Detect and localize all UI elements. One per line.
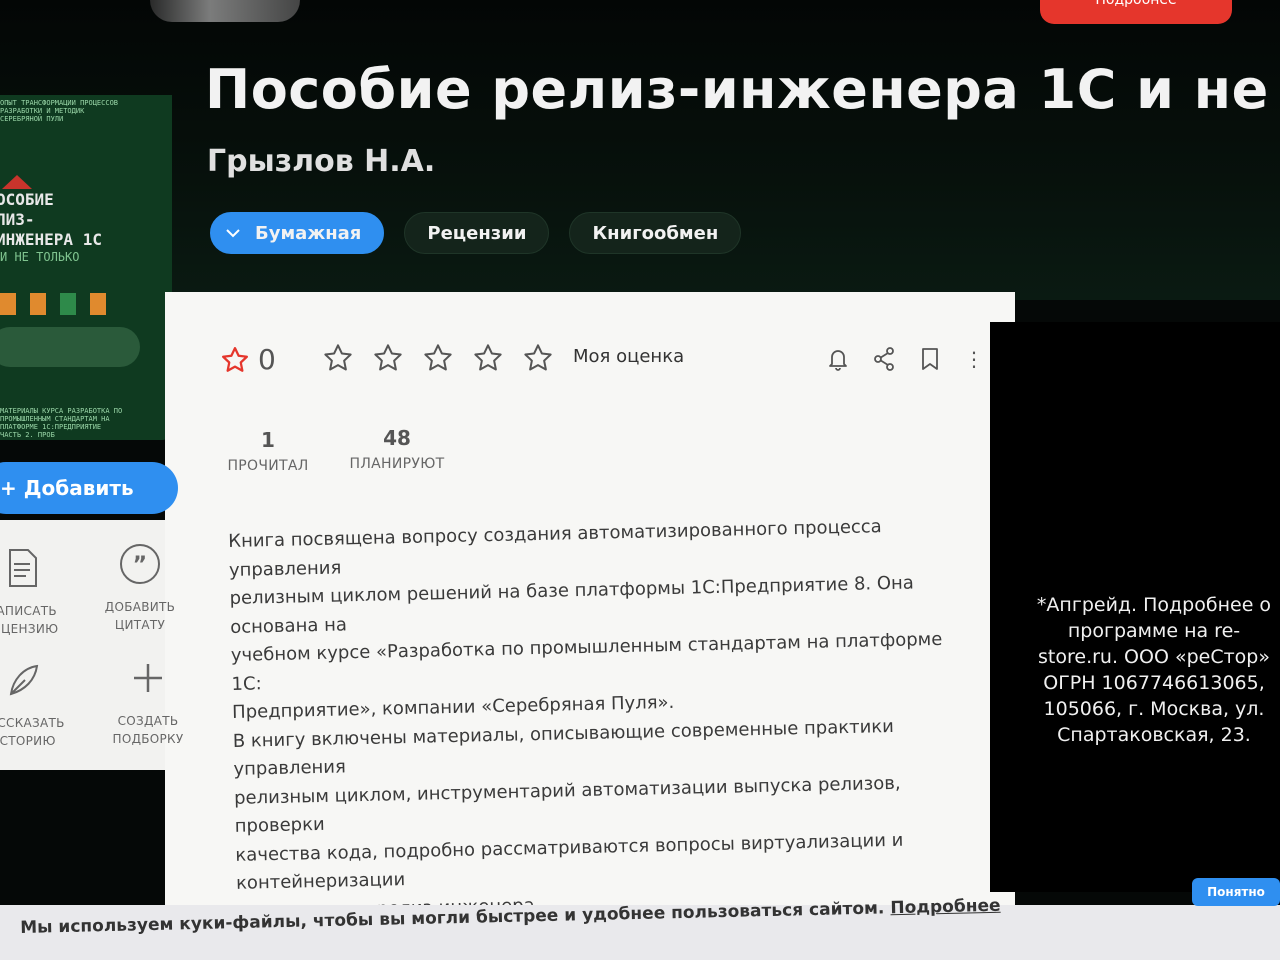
cover-text: СЕРЕБРЯНОЙ ПУЛИ xyxy=(0,115,64,123)
tab-label: Рецензии xyxy=(427,222,527,244)
cover-text: МАТЕРИАЛЫ КУРСА РАЗРАБОТКА ПО xyxy=(0,407,123,415)
star-1[interactable] xyxy=(322,342,354,374)
tab-label: Бумажная xyxy=(255,222,362,244)
svg-text:”: ” xyxy=(133,553,148,578)
cookie-details-link[interactable]: Подробнее xyxy=(890,896,1001,918)
book-title: Пособие релиз-инженера 1С и не толь xyxy=(205,58,1280,121)
stat-read[interactable]: 1 ПРОЧИТАЛ xyxy=(222,428,314,474)
header-background xyxy=(0,0,1280,300)
cover-text: РАЗРАБОТКИ И МЕТОДИК xyxy=(0,107,85,115)
plus-icon xyxy=(126,656,170,700)
document-icon xyxy=(0,546,44,590)
rating-star-icon xyxy=(220,345,250,379)
feather-icon xyxy=(1,658,45,702)
cover-subtitle: И НЕ ТОЛЬКО xyxy=(0,250,80,264)
cookie-accept-button[interactable]: Понятно xyxy=(1192,878,1280,906)
star-3[interactable] xyxy=(422,342,454,374)
cover-text: ПРОМЫШЛЕННЫМ СТАНДАРТАМ НА xyxy=(0,415,110,423)
book-author[interactable]: Грызлов Н.А. xyxy=(207,144,435,179)
write-review-action[interactable]: НАПИСАТЬ РЕЦЕНЗИЮ xyxy=(0,546,62,638)
book-actions: ⋮ xyxy=(826,346,984,372)
tab-book-exchange[interactable]: Книгообмен xyxy=(569,212,742,254)
cover-graphic xyxy=(0,327,140,367)
book-cover[interactable]: ОПЫТ ТРАНСФОРМАЦИИ ПРОЦЕССОВ РАЗРАБОТКИ … xyxy=(0,95,172,440)
ad-disclaimer: *Апгрейд. Подробнее о программе на re-st… xyxy=(1036,594,1272,746)
format-tabs: Бумажная Рецензии Книгообмен xyxy=(210,212,742,254)
cover-text: ПЛАТФОРМЕ 1С:ПРЕДПРИЯТИЕ xyxy=(0,423,102,431)
chevron-down-icon xyxy=(223,223,243,243)
ad-details-button[interactable]: Подробнее xyxy=(1040,0,1232,24)
cover-text: ОПЫТ ТРАНСФОРМАЦИИ ПРОЦЕССОВ xyxy=(0,99,119,107)
cover-title: ОСОБИЕ ЛИЗ- ИНЖЕНЕРА 1С xyxy=(0,190,102,249)
rating-stars xyxy=(322,342,554,374)
star-5[interactable] xyxy=(522,342,554,374)
my-rating-label: Моя оценка xyxy=(573,346,685,367)
average-rating: 0 xyxy=(258,343,276,376)
tab-label: Книгообмен xyxy=(592,222,719,244)
tab-paper[interactable]: Бумажная xyxy=(210,212,385,254)
add-button-label: + Добавить xyxy=(0,476,134,500)
tell-story-action[interactable]: РАССКАЗАТЬ ИСТОРИЮ xyxy=(0,658,68,750)
book-description: Книга посвящена вопросу создания автомат… xyxy=(228,516,943,922)
add-button[interactable]: + Добавить xyxy=(0,462,178,514)
header-decoration xyxy=(150,0,300,22)
star-2[interactable] xyxy=(372,342,404,374)
more-options-icon[interactable]: ⋮ xyxy=(964,347,984,371)
cover-text: ЧАСТЬ 2. ПРОБ xyxy=(0,431,55,439)
bookmark-icon[interactable] xyxy=(918,346,942,372)
add-quote-action[interactable]: ” ДОБАВИТЬ ЦИТАТУ xyxy=(98,542,182,634)
share-icon[interactable] xyxy=(872,346,896,372)
quote-icon: ” xyxy=(118,542,162,586)
bell-icon[interactable] xyxy=(826,346,850,372)
star-4[interactable] xyxy=(472,342,504,374)
create-collection-action[interactable]: СОЗДАТЬ ПОДБОРКУ xyxy=(108,656,188,748)
tab-reviews[interactable]: Рецензии xyxy=(404,212,550,254)
cover-roof-graphic xyxy=(2,175,32,189)
cover-graphic xyxy=(0,293,106,315)
stat-planning[interactable]: 48 ПЛАНИРУЮТ xyxy=(344,426,450,472)
